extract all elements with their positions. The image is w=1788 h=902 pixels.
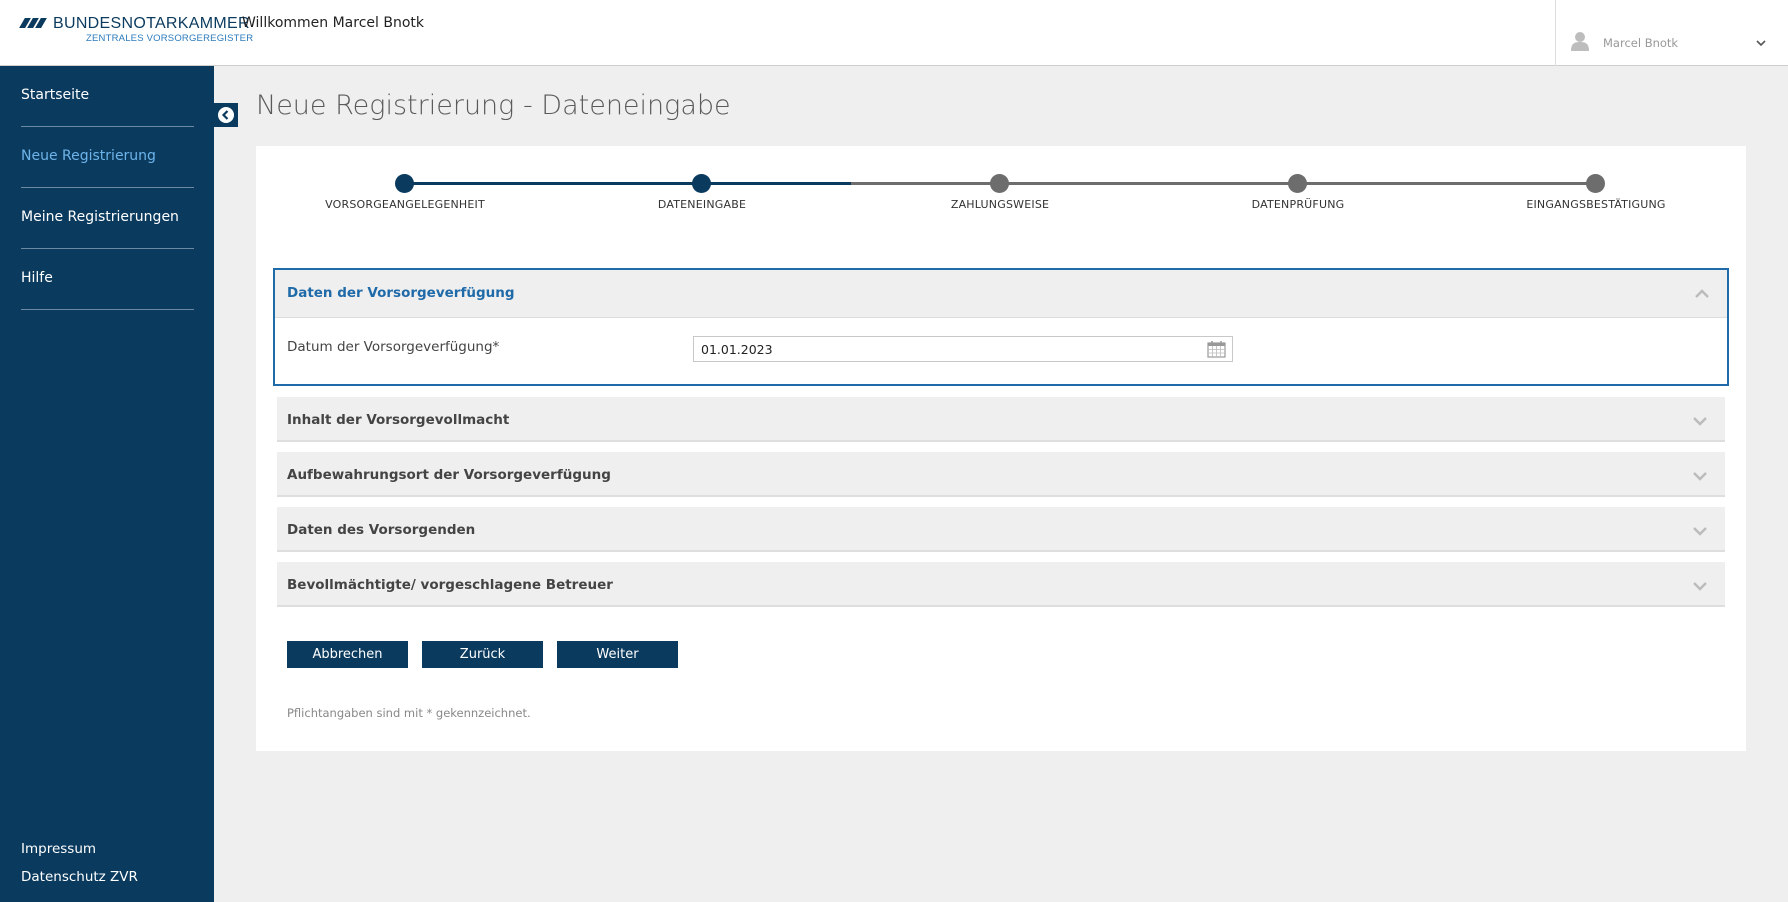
sidebar-item-label: Neue Registrierung <box>21 148 156 164</box>
calendar-icon[interactable] <box>1207 340 1226 358</box>
impressum-link[interactable]: Impressum <box>21 841 96 857</box>
step-dot-4 <box>1288 174 1307 193</box>
logo-title: BUNDESNOTARKAMMER <box>53 15 250 32</box>
chevron-down-icon <box>1756 40 1766 47</box>
section-title: Daten des Vorsorgenden <box>287 522 476 538</box>
section-title: Aufbewahrungsort der Vorsorgeverfügung <box>287 467 611 483</box>
step-label-4: DATENPRÜFUNG <box>1251 198 1345 211</box>
sidebar-item-neue-registrierung[interactable]: Neue Registrierung <box>21 127 194 188</box>
user-icon <box>1571 32 1589 51</box>
chevron-down-icon <box>1693 582 1707 591</box>
welcome-text: Willkommen Marcel Bnotk <box>242 15 424 31</box>
step-dot-1 <box>395 174 414 193</box>
date-field-label: Datum der Vorsorgeverfügung* <box>287 339 500 355</box>
section-title: Inhalt der Vorsorgevollmacht <box>287 412 510 428</box>
section-daten-vorsorgeverfuegung: Daten der Vorsorgeverfügung Datum der Vo… <box>273 268 1729 386</box>
required-hint: Pflichtangaben sind mit * gekennzeichnet… <box>287 706 531 720</box>
cancel-button[interactable]: Abbrechen <box>287 641 408 668</box>
section-bevollmaechtigte[interactable]: Bevollmächtigte/ vorgeschlagene Betreuer <box>277 562 1725 607</box>
section-daten-vorsorgenden[interactable]: Daten des Vorsorgenden <box>277 507 1725 552</box>
section-inhalt-vorsorgevollmacht[interactable]: Inhalt der Vorsorgevollmacht <box>277 397 1725 442</box>
user-menu[interactable]: Marcel Bnotk <box>1555 0 1788 66</box>
chevron-down-icon <box>1693 527 1707 536</box>
back-button[interactable]: Zurück <box>422 641 543 668</box>
user-name: Marcel Bnotk <box>1603 36 1679 50</box>
chevron-left-circle-icon <box>218 107 234 123</box>
step-label-1: VORSORGEANGELEGENHEIT <box>325 198 485 211</box>
stepper-line-pending <box>851 182 1595 185</box>
sidebar: Startseite Neue Registrierung Meine Regi… <box>0 66 214 902</box>
page-title: Neue Registrierung - Dateneingabe <box>256 90 731 121</box>
sidebar-item-label: Meine Registrierungen <box>21 209 179 225</box>
top-header: BUNDESNOTARKAMMER ZENTRALES VORSORGEREGI… <box>0 0 1788 66</box>
step-label-2: DATENEINGABE <box>657 198 747 211</box>
step-label-3: ZAHLUNGSWEISE <box>950 198 1050 211</box>
section-title: Daten der Vorsorgeverfügung <box>287 285 515 301</box>
next-button[interactable]: Weiter <box>557 641 678 668</box>
section-header[interactable]: Daten der Vorsorgeverfügung <box>275 270 1727 318</box>
step-dot-2 <box>692 174 711 193</box>
logo-stripes-icon <box>19 18 50 28</box>
step-dot-5 <box>1586 174 1605 193</box>
sidebar-item-startseite[interactable]: Startseite <box>21 66 194 127</box>
stepper-line-done-overlay <box>405 182 851 185</box>
logo-subtitle: ZENTRALES VORSORGEREGISTER <box>86 33 254 44</box>
chevron-up-icon <box>1695 289 1709 298</box>
section-title: Bevollmächtigte/ vorgeschlagene Betreuer <box>287 577 613 593</box>
datenschutz-link[interactable]: Datenschutz ZVR <box>21 869 138 885</box>
sidebar-item-meine-registrierungen[interactable]: Meine Registrierungen <box>21 188 194 249</box>
sidebar-item-label: Hilfe <box>21 270 53 286</box>
chevron-down-icon <box>1693 417 1707 426</box>
date-input-value: 01.01.2023 <box>701 342 773 357</box>
section-aufbewahrungsort[interactable]: Aufbewahrungsort der Vorsorgeverfügung <box>277 452 1725 497</box>
form-card: VORSORGEANGELEGENHEIT DATENEINGABE ZAHLU… <box>256 146 1746 751</box>
progress-stepper: VORSORGEANGELEGENHEIT DATENEINGABE ZAHLU… <box>256 146 1746 226</box>
collapse-sidebar-button[interactable] <box>214 103 238 127</box>
step-label-5: EINGANGSBESTÄTIGUNG <box>1526 198 1666 211</box>
date-input[interactable]: 01.01.2023 <box>693 336 1233 362</box>
sidebar-item-hilfe[interactable]: Hilfe <box>21 249 194 310</box>
chevron-down-icon <box>1693 472 1707 481</box>
sidebar-item-label: Startseite <box>21 87 90 103</box>
step-dot-3 <box>990 174 1009 193</box>
